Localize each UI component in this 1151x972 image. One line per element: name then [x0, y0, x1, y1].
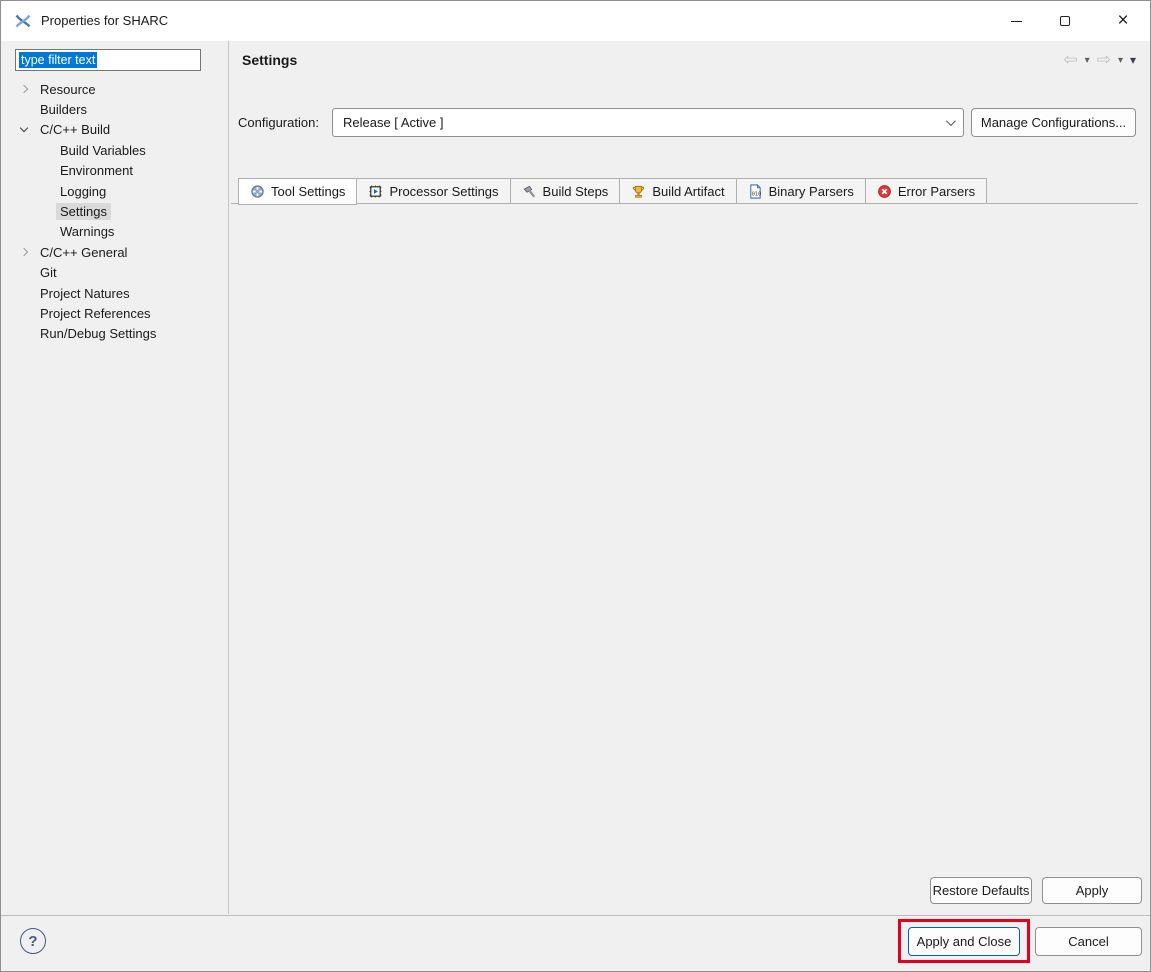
sidebar-item[interactable]: Run/Debug Settings	[1, 324, 228, 344]
history-navigation: ⇦ ▾ ⇨ ▾ ▾	[1063, 50, 1136, 70]
chevron-icon[interactable]	[20, 248, 28, 256]
minimize-button[interactable]	[993, 1, 1039, 41]
sidebar-item[interactable]: Project References	[1, 303, 228, 323]
sidebar-item-label: C/C++ General	[36, 244, 131, 261]
tab-binary-parsers[interactable]: Binary Parsers	[737, 178, 866, 204]
sidebar: type filter text Resource Builders C/C++…	[1, 41, 229, 914]
configuration-select[interactable]: Release [ Active ]	[332, 108, 964, 137]
sidebar-item[interactable]: C/C++ General	[1, 242, 228, 262]
sidebar-item[interactable]: Git	[1, 263, 228, 283]
sidebar-item[interactable]: C/C++ Build	[1, 120, 228, 140]
sidebar-item[interactable]: Project Natures	[1, 283, 228, 303]
build-steps-icon	[522, 184, 537, 199]
view-menu-caret-icon[interactable]: ▾	[1130, 53, 1136, 67]
apply-button[interactable]: Apply	[1042, 877, 1142, 904]
chevron-icon[interactable]	[20, 124, 28, 132]
crosscore-logo-icon	[15, 13, 31, 29]
tab-processor-settings[interactable]: Processor Settings	[357, 178, 510, 204]
help-button[interactable]: ?	[20, 928, 46, 954]
maximize-button[interactable]	[1042, 1, 1088, 41]
window-title: Properties for SHARC	[41, 1, 168, 41]
minimize-icon	[1011, 21, 1022, 22]
sidebar-item[interactable]: Warnings	[1, 222, 228, 242]
processor-settings-icon	[368, 184, 383, 199]
cancel-button[interactable]: Cancel	[1035, 927, 1142, 956]
tab-tool-settings[interactable]: Tool Settings	[238, 178, 357, 205]
sidebar-item-label: Build Variables	[56, 142, 150, 159]
sidebar-item[interactable]: Build Variables	[1, 140, 228, 160]
tab-error-parsers[interactable]: Error Parsers	[866, 178, 987, 204]
sidebar-item-label: Environment	[56, 162, 137, 179]
tool-settings-icon	[250, 184, 265, 199]
page-title: Settings	[242, 52, 297, 68]
tab-build-artifact[interactable]: Build Artifact	[620, 178, 736, 204]
properties-dialog: Properties for SHARC × type filter text …	[0, 0, 1151, 972]
sidebar-item-label: Settings	[56, 203, 111, 220]
build-artifact-icon	[631, 184, 646, 199]
sidebar-item-label: Logging	[56, 183, 110, 200]
sidebar-item[interactable]: Builders	[1, 99, 228, 119]
configuration-value: Release [ Active ]	[343, 115, 443, 130]
close-button[interactable]: ×	[1100, 1, 1146, 41]
question-mark-icon: ?	[28, 933, 37, 950]
properties-nav-tree: Resource Builders C/C++ Build Build Vari…	[1, 79, 228, 344]
sidebar-item[interactable]: Settings	[1, 201, 228, 221]
sidebar-item-label: C/C++ Build	[36, 121, 114, 138]
sidebar-item-label: Run/Debug Settings	[36, 325, 160, 342]
forward-arrow-icon[interactable]: ⇨	[1097, 50, 1111, 70]
manage-configurations-button[interactable]: Manage Configurations...	[971, 108, 1136, 137]
filter-text: type filter text	[19, 52, 97, 68]
chevron-down-icon	[946, 116, 956, 126]
settings-tabbar: Tool Settings Processor Settings Build S…	[238, 178, 987, 205]
forward-menu-caret-icon[interactable]: ▾	[1118, 55, 1123, 66]
titlebar: Properties for SHARC ×	[1, 1, 1150, 41]
sidebar-item[interactable]: Environment	[1, 161, 228, 181]
page-header: Settings ⇦ ▾ ⇨ ▾ ▾	[230, 41, 1150, 79]
restore-defaults-button[interactable]: Restore Defaults	[930, 877, 1032, 904]
back-menu-caret-icon[interactable]: ▾	[1085, 55, 1090, 66]
binary-parsers-icon	[748, 184, 763, 199]
sidebar-item[interactable]: Logging	[1, 181, 228, 201]
sidebar-item-label: Resource	[36, 81, 100, 98]
chevron-icon[interactable]	[20, 85, 28, 93]
sidebar-item-label: Builders	[36, 101, 91, 118]
tab-content-area	[231, 203, 1138, 863]
close-icon: ×	[1117, 10, 1128, 32]
maximize-icon	[1060, 16, 1070, 26]
filter-input[interactable]: type filter text	[15, 49, 201, 71]
apply-and-close-button[interactable]: Apply and Close	[908, 927, 1020, 956]
configuration-label: Configuration:	[238, 115, 319, 130]
bottom-separator	[1, 915, 1150, 916]
sidebar-item-label: Project References	[36, 305, 155, 322]
sidebar-item-label: Warnings	[56, 223, 118, 240]
back-arrow-icon[interactable]: ⇦	[1063, 50, 1077, 70]
sidebar-item-label: Git	[36, 264, 61, 281]
sidebar-item[interactable]: Resource	[1, 79, 228, 99]
error-parsers-icon	[877, 184, 892, 199]
sidebar-item-label: Project Natures	[36, 285, 134, 302]
tab-build-steps[interactable]: Build Steps	[511, 178, 621, 204]
